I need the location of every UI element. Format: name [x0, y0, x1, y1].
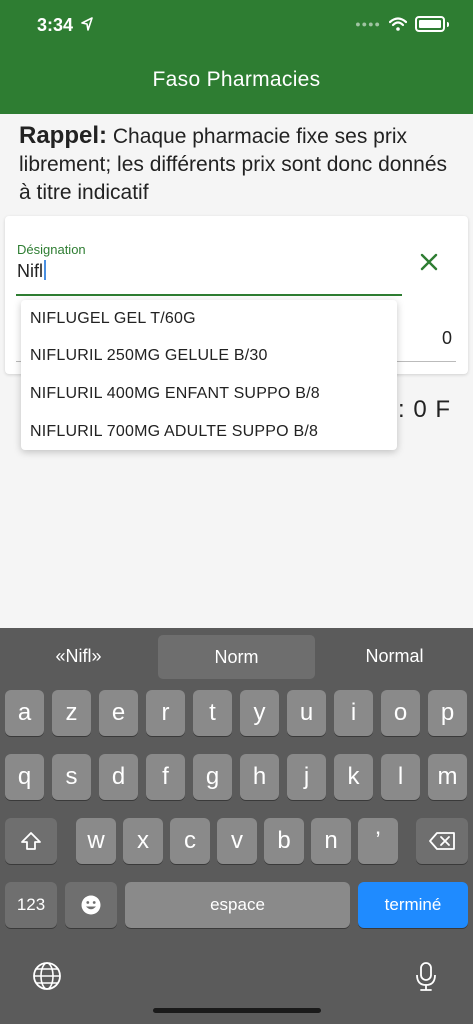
backspace-key[interactable]	[416, 818, 468, 864]
key-q[interactable]: q	[5, 754, 44, 800]
battery-icon	[415, 16, 445, 32]
text-caret	[44, 260, 46, 280]
designation-label: Désignation	[17, 242, 86, 257]
reminder-label: Rappel:	[19, 122, 108, 149]
key-k[interactable]: k	[334, 754, 373, 800]
designation-value[interactable]: Nifl	[17, 261, 43, 281]
suggestion-dropdown: NIFLUGEL GEL T/60G NIFLURIL 250MG GELULE…	[21, 300, 397, 450]
cellular-signal-icon: ●●●●	[355, 19, 381, 29]
suggestion-item[interactable]: NIFLUGEL GEL T/60G	[30, 310, 196, 328]
key-a[interactable]: a	[5, 690, 44, 736]
app-title: Faso Pharmacies	[152, 68, 321, 91]
key-apostrophe[interactable]: ’	[358, 818, 398, 864]
battery-tip	[447, 21, 449, 27]
key-m[interactable]: m	[428, 754, 467, 800]
key-p[interactable]: p	[428, 690, 467, 736]
quantity-input[interactable]: 0	[442, 328, 452, 349]
key-o[interactable]: o	[381, 690, 420, 736]
microphone-icon[interactable]	[410, 960, 442, 992]
suggestion-item[interactable]: NIFLURIL 400MG ENFANT SUPPO B/8	[30, 385, 320, 403]
key-j[interactable]: j	[287, 754, 326, 800]
prediction-3[interactable]: Normal	[316, 628, 473, 684]
globe-icon[interactable]	[31, 960, 63, 992]
key-x[interactable]: x	[123, 818, 163, 864]
shift-icon	[21, 832, 41, 850]
backspace-icon	[429, 832, 455, 850]
shift-key[interactable]	[5, 818, 57, 864]
key-v[interactable]: v	[217, 818, 257, 864]
app-bar: 3:34 ●●●● Faso Pharmacies	[0, 0, 473, 114]
keyboard: «Nifl» Norm Normal a z e r t y u i o p q…	[0, 628, 473, 1024]
designation-underline	[16, 294, 402, 296]
key-b[interactable]: b	[264, 818, 304, 864]
done-key[interactable]: terminé	[358, 882, 468, 928]
location-arrow-icon	[81, 17, 93, 31]
designation-input[interactable]: Nifl	[17, 260, 46, 282]
emoji-icon	[81, 895, 101, 915]
prediction-1[interactable]: «Nifl»	[0, 628, 157, 684]
status-time: 3:34	[37, 15, 74, 35]
key-e[interactable]: e	[99, 690, 138, 736]
suggestion-item[interactable]: NIFLURIL 700MG ADULTE SUPPO B/8	[30, 423, 318, 441]
key-u[interactable]: u	[287, 690, 326, 736]
key-n[interactable]: n	[311, 818, 351, 864]
wifi-icon	[389, 17, 407, 31]
key-y[interactable]: y	[240, 690, 279, 736]
home-indicator	[153, 1008, 321, 1013]
key-c[interactable]: c	[170, 818, 210, 864]
suggestion-item[interactable]: NIFLURIL 250MG GELULE B/30	[30, 347, 268, 365]
price-reminder: Rappel: Chaque pharmacie fixe ses prix l…	[19, 122, 459, 207]
prediction-2[interactable]: Norm	[158, 635, 315, 679]
key-d[interactable]: d	[99, 754, 138, 800]
clear-icon[interactable]	[417, 250, 441, 274]
key-h[interactable]: h	[240, 754, 279, 800]
key-w[interactable]: w	[76, 818, 116, 864]
space-key[interactable]: espace	[125, 882, 350, 928]
key-t[interactable]: t	[193, 690, 232, 736]
key-s[interactable]: s	[52, 754, 91, 800]
key-f[interactable]: f	[146, 754, 185, 800]
status-icons: ●●●●	[355, 16, 449, 32]
emoji-key[interactable]	[65, 882, 117, 928]
key-r[interactable]: r	[146, 690, 185, 736]
key-z[interactable]: z	[52, 690, 91, 736]
key-l[interactable]: l	[381, 754, 420, 800]
numbers-key[interactable]: 123	[5, 882, 57, 928]
total-price: : 0 F	[398, 396, 452, 423]
key-g[interactable]: g	[193, 754, 232, 800]
key-i[interactable]: i	[334, 690, 373, 736]
